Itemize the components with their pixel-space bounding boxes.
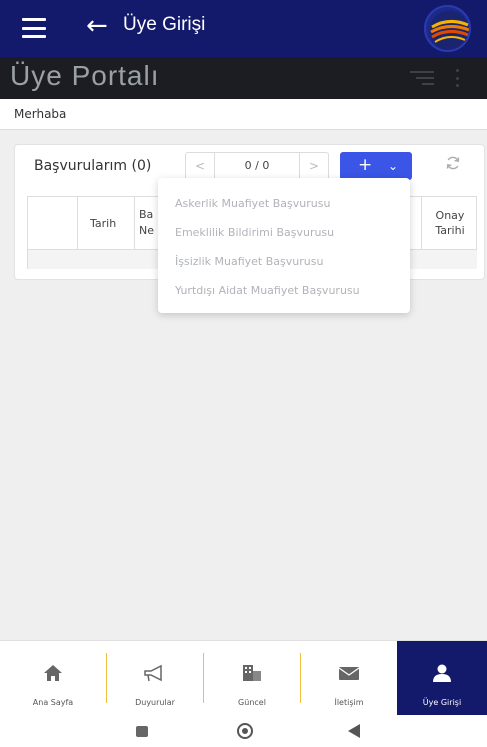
building-icon xyxy=(204,663,300,683)
applications-count: (0) xyxy=(131,158,152,174)
app-bar: ← Üye Girişi xyxy=(0,0,487,57)
nav-announcements[interactable]: Duyurular xyxy=(107,641,203,716)
table-header-label: Tarih xyxy=(90,217,117,230)
nav-label: Üye Girişi xyxy=(422,698,462,707)
refresh-icon[interactable] xyxy=(445,155,461,171)
nav-label: Güncel xyxy=(238,698,266,707)
megaphone-icon xyxy=(107,663,203,683)
nav-member-login[interactable]: Üye Girişi xyxy=(397,641,487,716)
chevron-down-icon: ⌄ xyxy=(388,159,399,173)
app-bar-title: Üye Girişi xyxy=(123,14,206,35)
applications-title: Başvurularım (0) xyxy=(34,158,151,174)
portal-title: Üye Portalı xyxy=(10,60,160,91)
add-application-dropdown: Askerlik Muafiyet Başvurusu Emeklilik Bi… xyxy=(158,178,410,313)
dropdown-item-retirement-notice[interactable]: Emeklilik Bildirimi Başvurusu xyxy=(175,226,334,239)
plus-icon: + xyxy=(358,155,373,175)
dropdown-item-unemployment-exemption[interactable]: İşsizlik Muafiyet Başvurusu xyxy=(175,255,323,268)
portal-header: Üye Portalı xyxy=(0,57,487,99)
system-navigation-bar xyxy=(0,715,487,747)
brand-logo xyxy=(424,5,471,52)
table-header-approval-date[interactable]: Onay Tarihi xyxy=(421,197,477,249)
recent-apps-icon[interactable] xyxy=(136,726,148,737)
nav-label: Ana Sayfa xyxy=(32,698,74,707)
pager-next-button[interactable]: > xyxy=(299,152,329,180)
add-application-button[interactable]: + ⌄ xyxy=(340,152,412,180)
nav-current[interactable]: Güncel xyxy=(204,641,300,716)
table-header-label: Onay Tarihi xyxy=(435,209,465,237)
home-icon xyxy=(0,663,106,683)
pager-prev-button[interactable]: < xyxy=(185,152,215,180)
back-arrow-icon[interactable]: ← xyxy=(86,11,108,41)
dropdown-item-military-exemption[interactable]: Askerlik Muafiyet Başvurusu xyxy=(175,197,330,210)
table-header-date[interactable]: Tarih xyxy=(78,197,135,249)
back-triangle-icon[interactable] xyxy=(348,724,360,738)
home-button-icon[interactable] xyxy=(237,723,253,739)
nav-home[interactable]: Ana Sayfa xyxy=(0,641,106,716)
greeting-text: Merhaba xyxy=(14,107,67,121)
table-header-select xyxy=(28,197,78,249)
nav-label: İletişim xyxy=(334,698,364,707)
pager-indicator: 0 / 0 xyxy=(215,152,299,180)
dropdown-item-abroad-dues-exemption[interactable]: Yurtdışı Aidat Muafiyet Başvurusu xyxy=(175,284,360,297)
nav-contact[interactable]: İletişim xyxy=(301,641,397,716)
mail-icon xyxy=(301,663,397,683)
menu-icon[interactable] xyxy=(22,18,46,38)
nav-label: Duyurular xyxy=(135,698,175,707)
greeting-bar: Merhaba xyxy=(0,99,487,130)
filter-lines-icon[interactable] xyxy=(410,71,434,85)
bottom-navigation: Ana Sayfa Duyurular Güncel İletişim Üye … xyxy=(0,640,487,716)
more-vertical-icon[interactable] xyxy=(456,69,460,87)
applications-title-text: Başvurularım xyxy=(34,158,128,174)
user-icon xyxy=(397,663,487,683)
